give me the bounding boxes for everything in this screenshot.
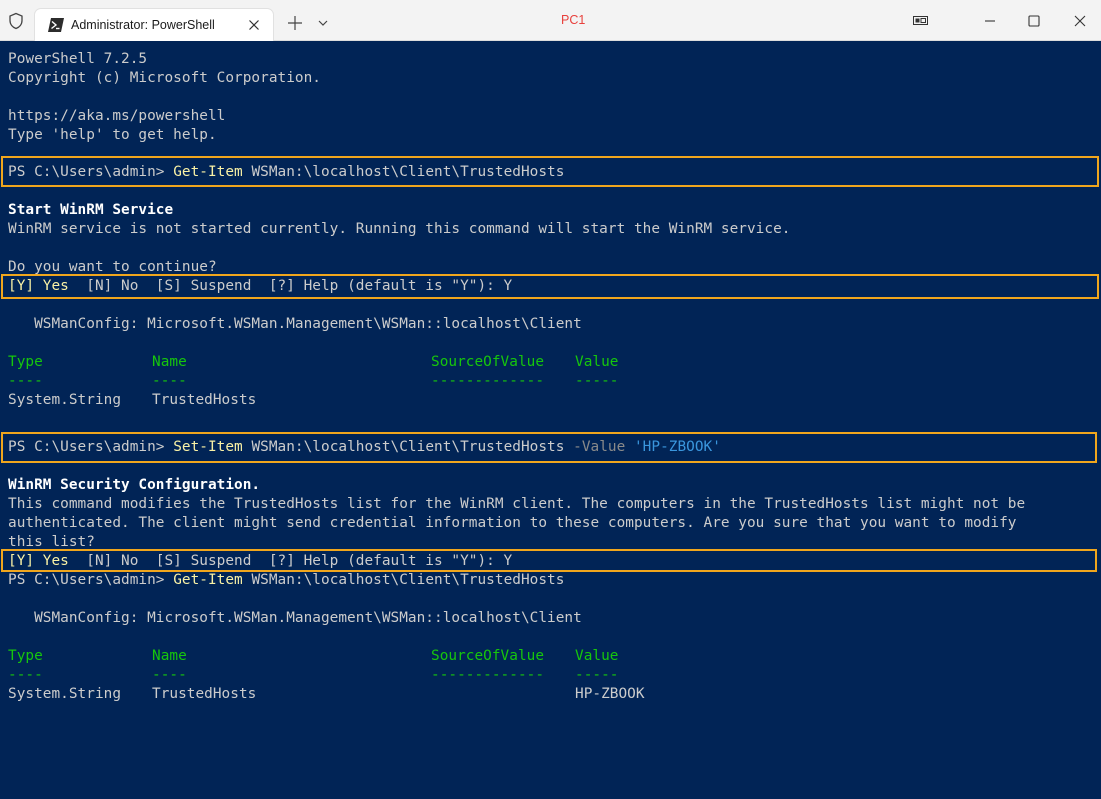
choice-yes: [Y] Yes [8, 553, 69, 569]
command-args: WSMan:\localhost\Client\TrustedHosts [242, 572, 565, 588]
prompt: PS C:\Users\admin> [8, 572, 174, 588]
shield-icon [9, 12, 23, 30]
security-message: authenticated. The client might send cre… [8, 515, 1017, 531]
window-title: PC1 [561, 13, 586, 27]
column-header: Value [575, 648, 619, 664]
security-message: This command modifies the TrustedHosts l… [8, 496, 1026, 512]
column-header: Type [8, 648, 43, 664]
column-header: Name [152, 354, 187, 370]
prompt: PS C:\Users\admin> [8, 439, 174, 455]
minimize-icon[interactable] [979, 10, 1001, 32]
command-args: WSMan:\localhost\Client\TrustedHosts [242, 164, 565, 180]
tab-title: Administrator: PowerShell [71, 18, 215, 32]
copyright-line: Copyright (c) Microsoft Corporation. [8, 70, 321, 86]
column-header: SourceOfValue [431, 354, 545, 370]
snap-icon[interactable] [910, 10, 932, 32]
title-bar: Administrator: PowerShell PC1 [0, 0, 1101, 41]
parameter-value: 'HP-ZBOOK' [625, 439, 721, 455]
table-underline: ---- ---- ------------- ----- [8, 372, 708, 391]
column-underline: ---- [8, 667, 43, 683]
table-header: Type Name SourceOfValue Value [8, 647, 708, 666]
close-icon[interactable] [244, 15, 264, 35]
help-line: Type 'help' to get help. [8, 127, 217, 143]
cmdlet: Get-Item [173, 572, 243, 588]
cell-type: System.String [8, 392, 122, 408]
table-row: System.String TrustedHosts HP-ZBOOK [8, 685, 708, 704]
terminal-output[interactable]: PowerShell 7.2.5 Copyright (c) Microsoft… [0, 41, 1101, 708]
winrm-message: WinRM service is not started currently. … [8, 221, 791, 237]
column-underline: ----- [575, 667, 619, 683]
cell-name: TrustedHosts [152, 392, 257, 408]
command-line: PS C:\Users\admin> Get-Item WSMan:\local… [8, 163, 564, 182]
column-header: Name [152, 648, 187, 664]
choice-yes: [Y] Yes [8, 278, 69, 294]
cell-type: System.String [8, 686, 122, 702]
plus-icon[interactable] [285, 13, 305, 33]
wsman-config-line: WSManConfig: Microsoft.WSMan.Management\… [8, 316, 582, 332]
security-title: WinRM Security Configuration. [8, 477, 261, 493]
column-underline: ------------- [431, 667, 545, 683]
prompt: PS C:\Users\admin> [8, 164, 174, 180]
cmdlet: Get-Item [173, 164, 243, 180]
tab-powershell[interactable]: Administrator: PowerShell [34, 8, 274, 41]
version-line: PowerShell 7.2.5 [8, 51, 148, 67]
table-row: System.String TrustedHosts [8, 391, 708, 410]
winrm-title: Start WinRM Service [8, 202, 174, 218]
column-header: Type [8, 354, 43, 370]
cell-value: HP-ZBOOK [575, 686, 645, 702]
column-underline: ---- [8, 373, 43, 389]
chevron-down-icon[interactable] [314, 14, 332, 32]
column-header: Value [575, 354, 619, 370]
cmdlet: Set-Item [173, 439, 243, 455]
command-args: WSMan:\localhost\Client\TrustedHosts [242, 439, 574, 455]
url-line: https://aka.ms/powershell [8, 108, 226, 124]
close-window-icon[interactable] [1069, 10, 1091, 32]
choice-options: [N] No [S] Suspend [?] Help (default is … [68, 278, 513, 294]
column-underline: ---- [152, 667, 187, 683]
column-underline: ------------- [431, 373, 545, 389]
maximize-icon[interactable] [1023, 10, 1045, 32]
parameter: -Value [573, 439, 626, 455]
choice-options: [N] No [S] Suspend [?] Help (default is … [68, 553, 513, 569]
column-header: SourceOfValue [431, 648, 545, 664]
column-underline: ---- [152, 373, 187, 389]
choice-line: [Y] Yes [N] No [S] Suspend [?] Help (def… [8, 277, 512, 296]
column-underline: ----- [575, 373, 619, 389]
table-underline: ---- ---- ------------- ----- [8, 666, 708, 685]
table-header: Type Name SourceOfValue Value [8, 353, 708, 372]
wsman-config-line: WSManConfig: Microsoft.WSMan.Management\… [8, 610, 582, 626]
powershell-icon [48, 18, 64, 32]
command-line: PS C:\Users\admin> Set-Item WSMan:\local… [8, 438, 721, 457]
cell-name: TrustedHosts [152, 686, 257, 702]
command-line: PS C:\Users\admin> Get-Item WSMan:\local… [8, 571, 564, 590]
choice-line: [Y] Yes [N] No [S] Suspend [?] Help (def… [8, 552, 512, 571]
